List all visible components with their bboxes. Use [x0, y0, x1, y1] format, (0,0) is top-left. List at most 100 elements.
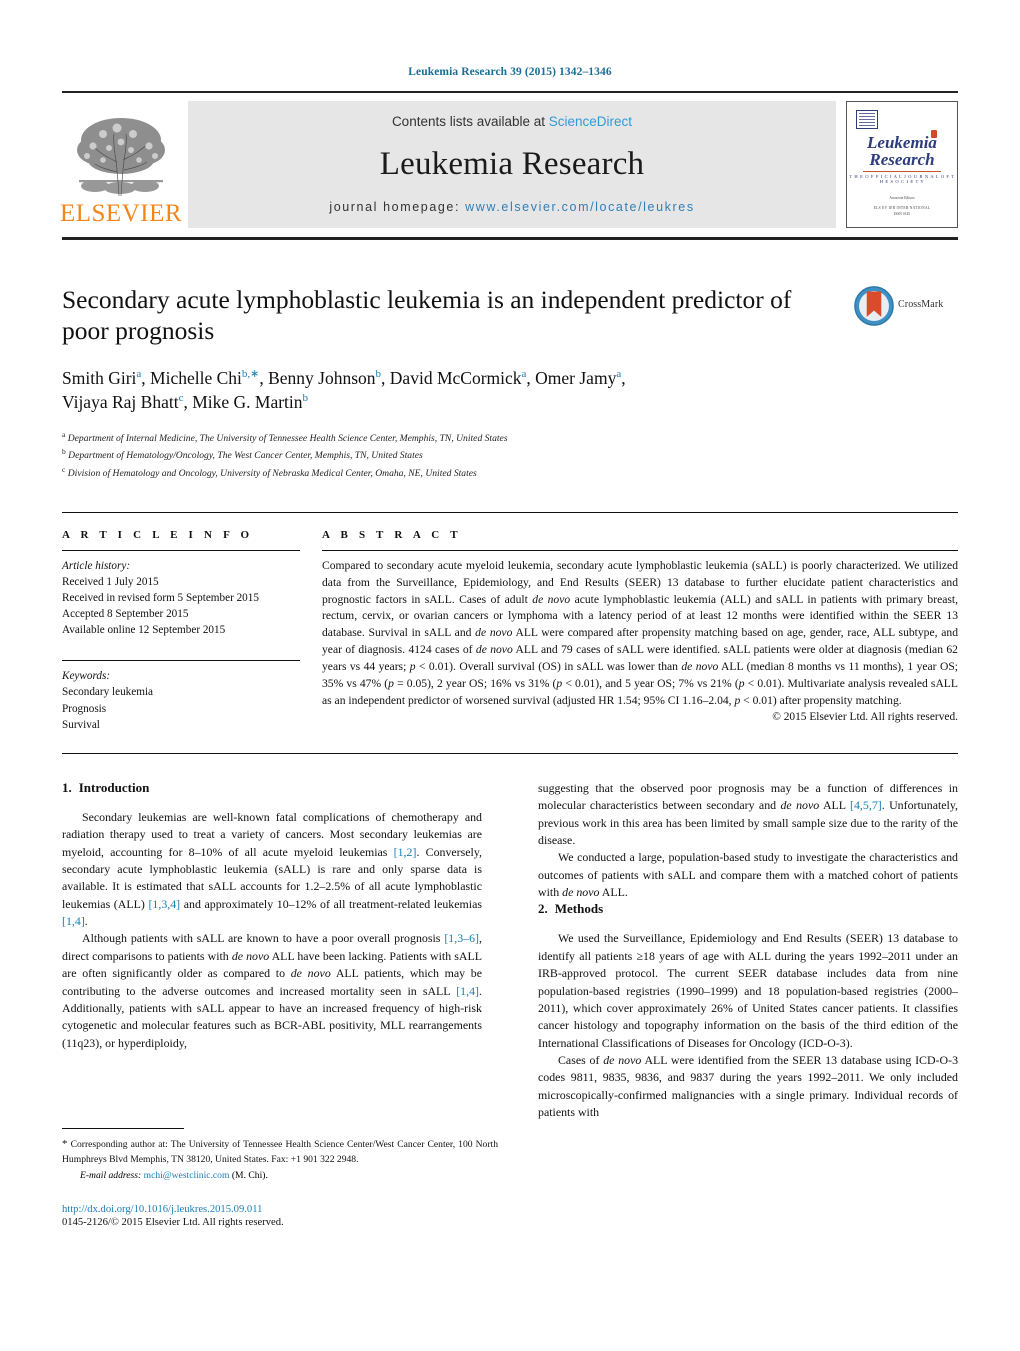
- journal-cover-thumbnail: Leukemia Research T H E O F F I C I A L …: [846, 101, 958, 228]
- keywords-rule: [62, 660, 300, 662]
- journal-title: Leukemia Research: [379, 146, 645, 183]
- affiliation-item: b Department of Hematology/Oncology, The…: [62, 447, 423, 462]
- section-heading-methods: 2. Methods: [538, 901, 958, 917]
- corresponding-author-note: * Corresponding author at: The Universit…: [62, 1138, 498, 1165]
- article-history-item: Received 1 July 2015: [62, 575, 159, 588]
- author-list: Smith Giria, Michelle Chib,∗, Benny John…: [62, 366, 817, 414]
- author-name: Benny Johnson: [268, 368, 376, 389]
- footnote-rule: [62, 1128, 184, 1129]
- contents-lists-line: Contents lists available at ScienceDirec…: [392, 114, 632, 129]
- author-affiliation-marker: b: [302, 392, 309, 405]
- article-history-item: Available online 12 September 2015: [62, 624, 226, 637]
- cover-title-line1: Leukemia: [867, 133, 937, 152]
- author-line-1: Smith Giria, Michelle Chib,∗, Benny John…: [62, 368, 626, 389]
- elsevier-tree-icon: [73, 114, 169, 200]
- affiliation-list: a Department of Internal Medicine, The U…: [62, 429, 838, 482]
- doi-block: http://dx.doi.org/10.1016/j.leukres.2015…: [62, 1204, 498, 1228]
- journal-homepage-line: journal homepage: www.elsevier.com/locat…: [329, 200, 694, 214]
- paragraph: suggesting that the observed poor progno…: [538, 780, 958, 847]
- email-link[interactable]: mchi@westclinic.com: [144, 1170, 230, 1181]
- body-top-rule: [62, 752, 958, 754]
- copyright-line: © 2015 Elsevier Ltd. All rights reserved…: [772, 710, 958, 723]
- body-columns: 1. Introduction Secondary leukemias are w…: [62, 780, 958, 1122]
- keyword-item: Prognosis: [62, 702, 107, 715]
- author-affiliation-marker: c: [178, 392, 184, 405]
- cover-meta-line1: Associate Editors: [889, 196, 915, 201]
- article-history-block: Article history: Received 1 July 2015 Rec…: [62, 558, 300, 639]
- author-affiliation-marker: b,∗: [241, 368, 260, 381]
- email-label: E-mail address:: [80, 1169, 142, 1181]
- affiliation-marker: a: [62, 429, 66, 439]
- info-abstract-row: A R T I C L E I N F O Article history: R…: [62, 529, 958, 733]
- author-affiliation-marker: a: [521, 368, 527, 381]
- paragraph: We conducted a large, population-based s…: [538, 850, 958, 900]
- affiliation-item: c Division of Hematology and Oncology, U…: [62, 464, 477, 480]
- keywords-label: Keywords:: [62, 670, 111, 683]
- author-name: David McCormick: [389, 368, 522, 389]
- title-area: Secondary acute lymphoblastic leukemia i…: [62, 284, 958, 482]
- masthead-bottom-rule: [62, 237, 958, 240]
- author-name: Omer Jamy: [535, 368, 617, 389]
- abstract-column: A B S T R A C T Compared to secondary ac…: [322, 529, 958, 733]
- homepage-link[interactable]: www.elsevier.com/locate/leukres: [465, 200, 695, 214]
- running-head: Leukemia Research 39 (2015) 1342–1346: [408, 66, 612, 78]
- keywords-block: Keywords: Secondary leukemia Prognosis Sur…: [62, 668, 300, 733]
- author-name: Mike G. Martin: [192, 392, 303, 413]
- footnote-area: * Corresponding author at: The Universit…: [62, 1128, 498, 1228]
- contents-prefix: Contents lists available at: [391, 114, 549, 129]
- homepage-prefix: journal homepage:: [329, 199, 466, 214]
- cover-divider: [863, 170, 941, 173]
- cover-metadata: Associate Editors ELS EV IER INTER NATIO…: [874, 196, 931, 217]
- affiliation-marker: b: [62, 447, 66, 457]
- sciencedirect-link[interactable]: ScienceDirect: [549, 114, 632, 129]
- crossmark-icon: [854, 286, 894, 326]
- keyword-item: Secondary leukemia: [62, 686, 154, 699]
- abstract-heading: A B S T R A C T: [322, 528, 462, 541]
- article-history-item: Received in revised form 5 September 201…: [62, 591, 259, 604]
- elsevier-logo: ELSEVIER: [59, 101, 183, 228]
- issn-copyright-line: 0145-2126/© 2015 Elsevier Ltd. All right…: [62, 1216, 284, 1228]
- author-affiliation-marker: a: [136, 368, 142, 381]
- info-top-rule: [62, 511, 958, 513]
- cover-title: Leukemia Research: [847, 130, 957, 170]
- article-info-heading: A R T I C L E I N F O: [62, 528, 254, 541]
- cover-subtitle: T H E O F F I C I A L J O U R N A L O F …: [849, 174, 955, 185]
- author-name: Smith Giri: [62, 368, 137, 389]
- article-history-label: Article history:: [62, 559, 131, 572]
- body-column-left: 1. Introduction Secondary leukemias are w…: [62, 780, 482, 1122]
- crossmark-badge[interactable]: CrossMark: [854, 284, 958, 482]
- intro-number: 1.: [62, 779, 72, 795]
- section-heading-introduction: 1. Introduction: [62, 780, 482, 796]
- paper-page: Leukemia Research 39 (2015) 1342–1346 EL…: [0, 0, 1020, 1351]
- article-history-item: Accepted 8 September 2015: [62, 608, 189, 621]
- methods-title: Methods: [554, 901, 604, 917]
- paragraph: Cases of de novo ALL were identified fro…: [538, 1053, 959, 1120]
- author-name: Michelle Chi: [150, 368, 242, 389]
- keyword-item: Survival: [62, 718, 100, 731]
- doi-link[interactable]: http://dx.doi.org/10.1016/j.leukres.2015…: [62, 1204, 498, 1215]
- cover-meta-line3: ISSN 0145: [894, 211, 910, 216]
- author-name: Vijaya Raj Bhatt: [62, 392, 179, 413]
- abstract-rule: [322, 549, 958, 551]
- paragraph: Secondary leukemias are well-known fatal…: [62, 809, 482, 929]
- abstract-body: Compared to secondary acute myeloid leuk…: [322, 558, 958, 708]
- affiliation-marker: c: [62, 464, 66, 474]
- methods-number: 2.: [538, 901, 548, 917]
- intro-title: Introduction: [78, 779, 150, 795]
- author-affiliation-marker: a: [616, 368, 622, 381]
- journal-masthead: ELSEVIER Contents lists available at Sci…: [59, 91, 958, 228]
- masthead-center-band: Contents lists available at ScienceDirec…: [188, 101, 836, 228]
- crossmark-label: CrossMark: [898, 299, 944, 310]
- article-info-column: A R T I C L E I N F O Article history: R…: [62, 529, 322, 733]
- cover-accent-mark: [931, 130, 937, 138]
- page-title: Secondary acute lymphoblastic leukemia i…: [62, 285, 792, 346]
- body-column-right: suggesting that the observed poor progno…: [538, 780, 958, 1122]
- cover-title-line2: Research: [869, 150, 935, 170]
- cover-society-icon: [856, 110, 878, 129]
- email-note: E-mail address: mchi@westclinic.com (M. …: [62, 1170, 498, 1181]
- author-affiliation-marker: b: [375, 368, 382, 381]
- article-info-rule: [62, 549, 300, 551]
- affiliation-item: a Department of Internal Medicine, The U…: [62, 429, 508, 444]
- elsevier-wordmark: ELSEVIER: [59, 200, 183, 227]
- paragraph: We used the Surveillance, Epidemiology a…: [538, 931, 958, 1050]
